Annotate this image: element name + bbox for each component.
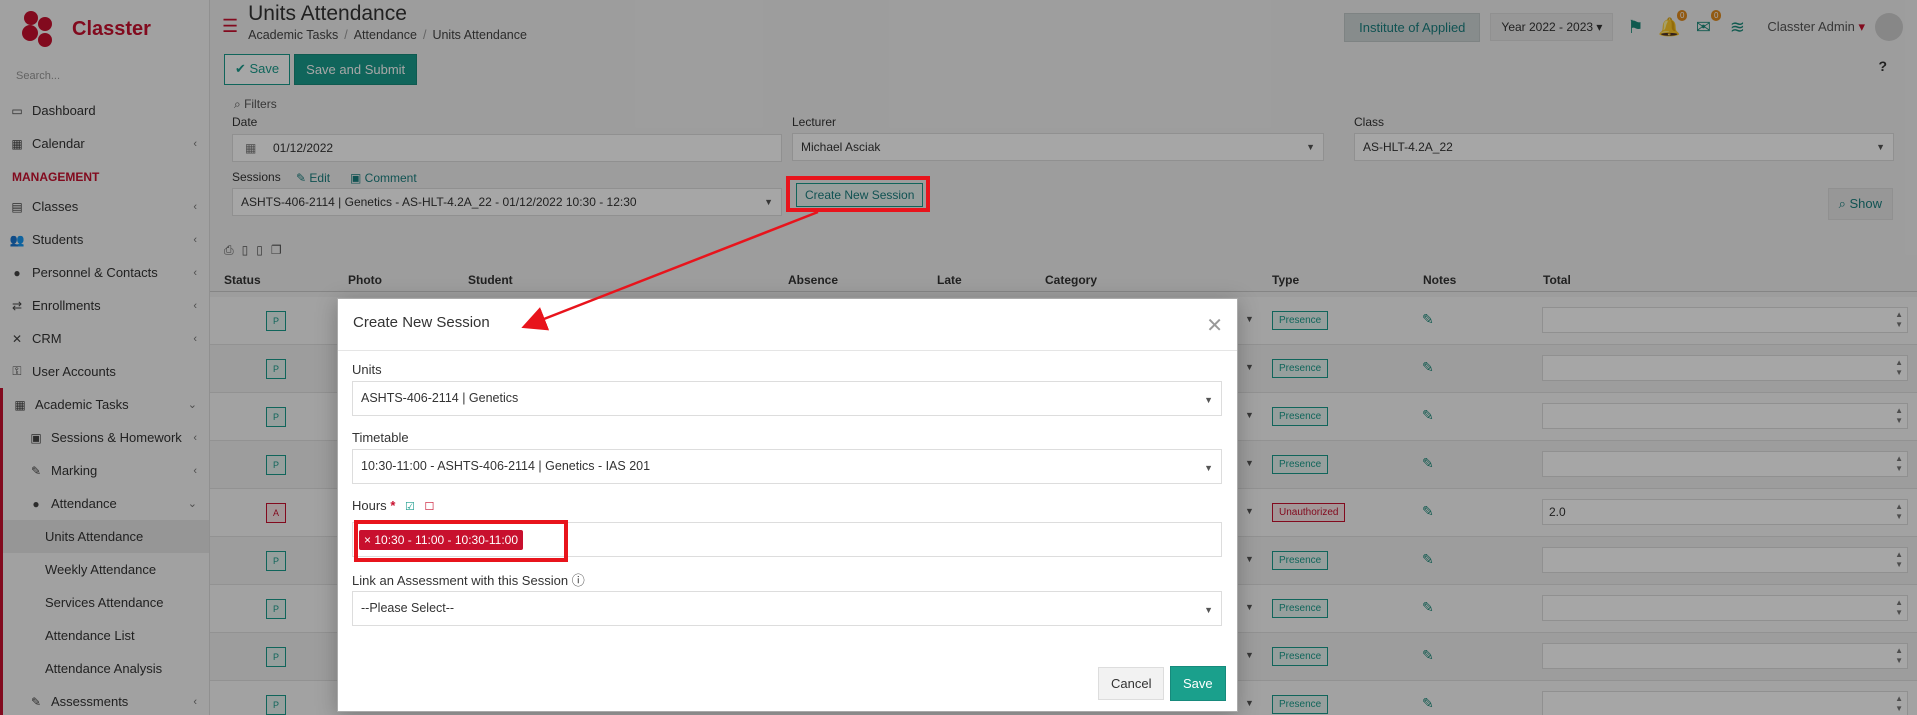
annotation-arrow — [521, 210, 819, 331]
